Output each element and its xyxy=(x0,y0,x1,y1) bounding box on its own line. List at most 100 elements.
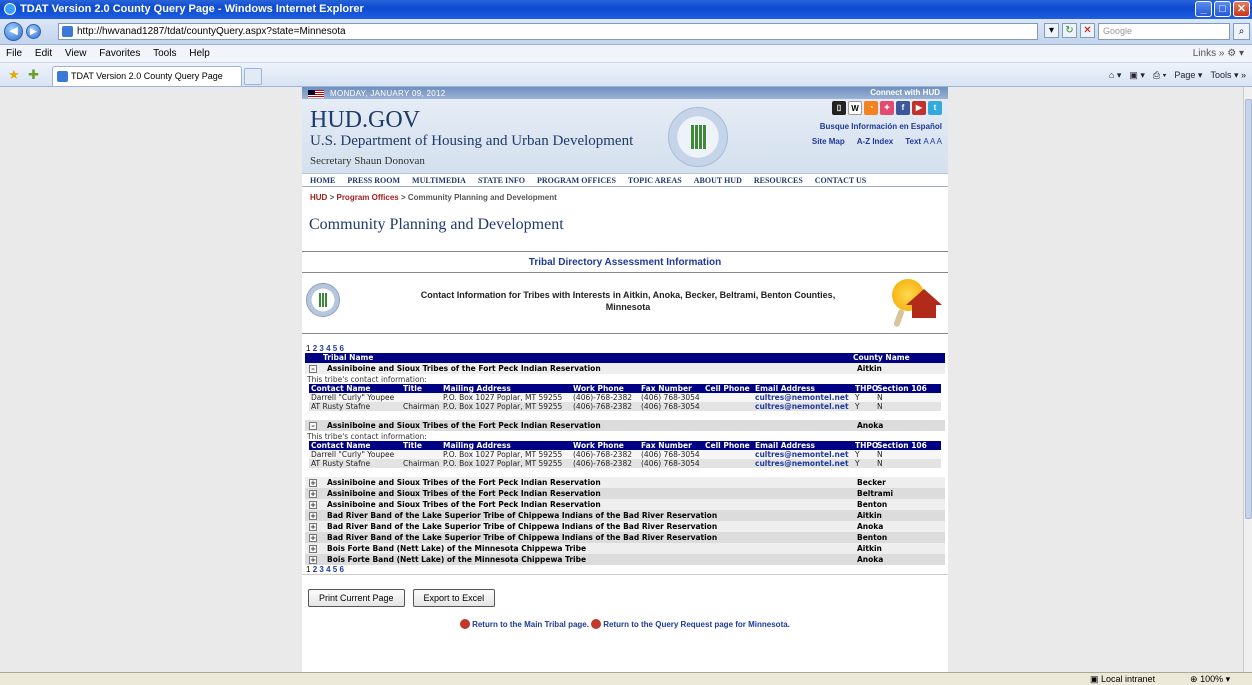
grid-header: Tribal Name County Name xyxy=(305,353,945,363)
page-link-1[interactable]: 1 xyxy=(306,344,310,353)
text-size-control[interactable]: Text A A A xyxy=(905,137,942,146)
page-link-6[interactable]: 6 xyxy=(339,344,343,353)
nav-program-offices[interactable]: PROGRAM OFFICES xyxy=(537,174,616,186)
close-button[interactable]: ✕ xyxy=(1233,1,1250,17)
expand-icon[interactable]: + xyxy=(309,490,317,498)
twitter-icon[interactable]: t xyxy=(928,101,942,115)
breadcrumb-hud[interactable]: HUD xyxy=(310,193,327,202)
facebook-icon[interactable]: f xyxy=(896,101,910,115)
action-buttons: Print Current Page Export to Excel xyxy=(308,589,948,607)
collapse-icon[interactable]: – xyxy=(309,365,317,373)
page-link-4[interactable]: 4 xyxy=(326,344,330,353)
page-link-1[interactable]: 1 xyxy=(306,565,310,574)
table-row: + Assiniboine and Sioux Tribes of the For… xyxy=(305,488,945,499)
refresh-icon[interactable]: ↻ xyxy=(1062,23,1077,38)
page-title: Community Planning and Development xyxy=(309,216,564,233)
page-link-3[interactable]: 3 xyxy=(319,344,323,353)
home-icon[interactable]: ⌂ ▾ xyxy=(1109,67,1121,83)
col-tribal-name[interactable]: Tribal Name xyxy=(323,353,853,363)
menu-file[interactable]: File xyxy=(6,48,22,59)
stop-icon[interactable]: ✕ xyxy=(1080,23,1095,38)
expand-icon[interactable]: + xyxy=(309,501,317,509)
tools-menu[interactable]: Tools ▾ » xyxy=(1210,67,1246,83)
col-county-name[interactable]: County Name xyxy=(853,353,945,363)
nav-resources[interactable]: RESOURCES xyxy=(754,174,803,186)
page-link-3[interactable]: 3 xyxy=(319,565,323,574)
hud-seal-icon xyxy=(668,107,728,167)
dropdown-icon[interactable]: ▾ xyxy=(1044,23,1059,38)
menu-help[interactable]: Help xyxy=(189,48,210,59)
add-favorites-icon[interactable]: ✚ xyxy=(28,68,41,81)
window-controls: _ □ ✕ xyxy=(1195,1,1250,17)
minimize-button[interactable]: _ xyxy=(1195,1,1212,17)
rss-icon[interactable]: ◔ xyxy=(864,101,878,115)
nav-about-hud[interactable]: ABOUT HUD xyxy=(694,174,742,186)
menu-edit[interactable]: Edit xyxy=(35,48,52,59)
address-bar-row: ◀ ▶ http://hwvanad1287/tdat/countyQuery.… xyxy=(0,19,1252,45)
email-link[interactable]: cultres@nemontel.net xyxy=(755,402,855,411)
expand-icon[interactable]: + xyxy=(309,523,317,531)
expand-icon[interactable]: + xyxy=(309,512,317,520)
window-titlebar: TDAT Version 2.0 County Query Page - Win… xyxy=(0,0,1252,19)
nav-home[interactable]: HOME xyxy=(310,174,335,186)
hud-logo[interactable]: HUD.GOV xyxy=(310,107,420,134)
vertical-scrollbar[interactable] xyxy=(1243,87,1252,672)
email-link[interactable]: cultres@nemontel.net xyxy=(755,450,855,459)
page-link-4[interactable]: 4 xyxy=(326,565,330,574)
feeds-icon[interactable]: ▣ ▾ xyxy=(1129,67,1145,83)
page-link-5[interactable]: 5 xyxy=(333,565,337,574)
expand-icon[interactable]: + xyxy=(309,479,317,487)
maximize-button[interactable]: □ xyxy=(1214,1,1231,17)
tab-current[interactable]: TDAT Version 2.0 County Query Page xyxy=(52,66,242,86)
wikipedia-icon[interactable]: W xyxy=(848,101,862,115)
email-link[interactable]: cultres@nemontel.net xyxy=(755,393,855,402)
menu-tools[interactable]: Tools xyxy=(153,48,176,59)
back-button[interactable]: ◀ xyxy=(4,22,23,41)
contact-row: AT Rusty Stafne Chairman P.O. Box 1027 Pop… xyxy=(309,402,941,411)
nav-topic-areas[interactable]: TOPIC AREAS xyxy=(628,174,682,186)
search-input[interactable]: Google xyxy=(1098,23,1230,40)
print-current-page-button[interactable]: Print Current Page xyxy=(308,589,405,607)
return-arrow-icon xyxy=(591,619,602,629)
social-icons: ▯ W ◔ ✦ f ▶ t xyxy=(832,101,942,115)
print-icon[interactable]: ⎙ ▾ xyxy=(1153,67,1166,83)
az-index-link[interactable]: A-Z Index xyxy=(857,137,893,146)
flickr-icon[interactable]: ✦ xyxy=(880,101,894,115)
favorites-star-icon[interactable]: ★ xyxy=(8,68,21,81)
expand-icon[interactable]: + xyxy=(309,534,317,542)
scrollbar-thumb[interactable] xyxy=(1245,99,1252,519)
page-menu[interactable]: Page ▾ xyxy=(1174,67,1202,83)
forward-button[interactable]: ▶ xyxy=(26,24,41,39)
youtube-icon[interactable]: ▶ xyxy=(912,101,926,115)
new-tab-button[interactable] xyxy=(244,68,262,85)
nav-state-info[interactable]: STATE INFO xyxy=(478,174,525,186)
contact-subtable: This tribe's contact information: Contac… xyxy=(305,374,945,413)
menu-view[interactable]: View xyxy=(65,48,87,59)
expand-icon[interactable]: + xyxy=(309,556,317,564)
collapse-icon[interactable]: – xyxy=(309,422,317,430)
page-link-2[interactable]: 2 xyxy=(313,344,317,353)
page-link-5[interactable]: 5 xyxy=(333,344,337,353)
return-query-link[interactable]: Return to the Query Request page for Min… xyxy=(603,620,790,629)
expand-icon[interactable]: + xyxy=(309,545,317,553)
links-toolbar[interactable]: Links » ⚙ ▾ xyxy=(1193,45,1244,63)
search-icon[interactable]: ⌕ xyxy=(1233,23,1250,40)
export-to-excel-button[interactable]: Export to Excel xyxy=(412,589,496,607)
espanol-link[interactable]: Busque Información en Español xyxy=(820,122,942,131)
site-map-link[interactable]: Site Map xyxy=(812,137,845,146)
page-link-6[interactable]: 6 xyxy=(339,565,343,574)
menu-favorites[interactable]: Favorites xyxy=(99,48,140,59)
zoom-level[interactable]: ⊕ 100% ▾ xyxy=(1190,673,1230,685)
email-link[interactable]: cultres@nemontel.net xyxy=(755,459,855,468)
mobile-icon[interactable]: ▯ xyxy=(832,101,846,115)
nav-multimedia[interactable]: MULTIMEDIA xyxy=(412,174,466,186)
table-row: + Assiniboine and Sioux Tribes of the For… xyxy=(305,477,945,488)
breadcrumb-program-offices[interactable]: Program Offices xyxy=(336,193,398,202)
page-link-2[interactable]: 2 xyxy=(313,565,317,574)
hud-seal-icon xyxy=(306,283,340,317)
return-main-link[interactable]: Return to the Main Tribal page. xyxy=(472,620,589,629)
nav-contact-us[interactable]: CONTACT US xyxy=(815,174,867,186)
nav-press-room[interactable]: PRESS ROOM xyxy=(347,174,400,186)
contact-row: AT Rusty Stafne Chairman P.O. Box 1027 Pop… xyxy=(309,459,941,468)
address-field[interactable]: http://hwvanad1287/tdat/countyQuery.aspx… xyxy=(58,23,1038,40)
